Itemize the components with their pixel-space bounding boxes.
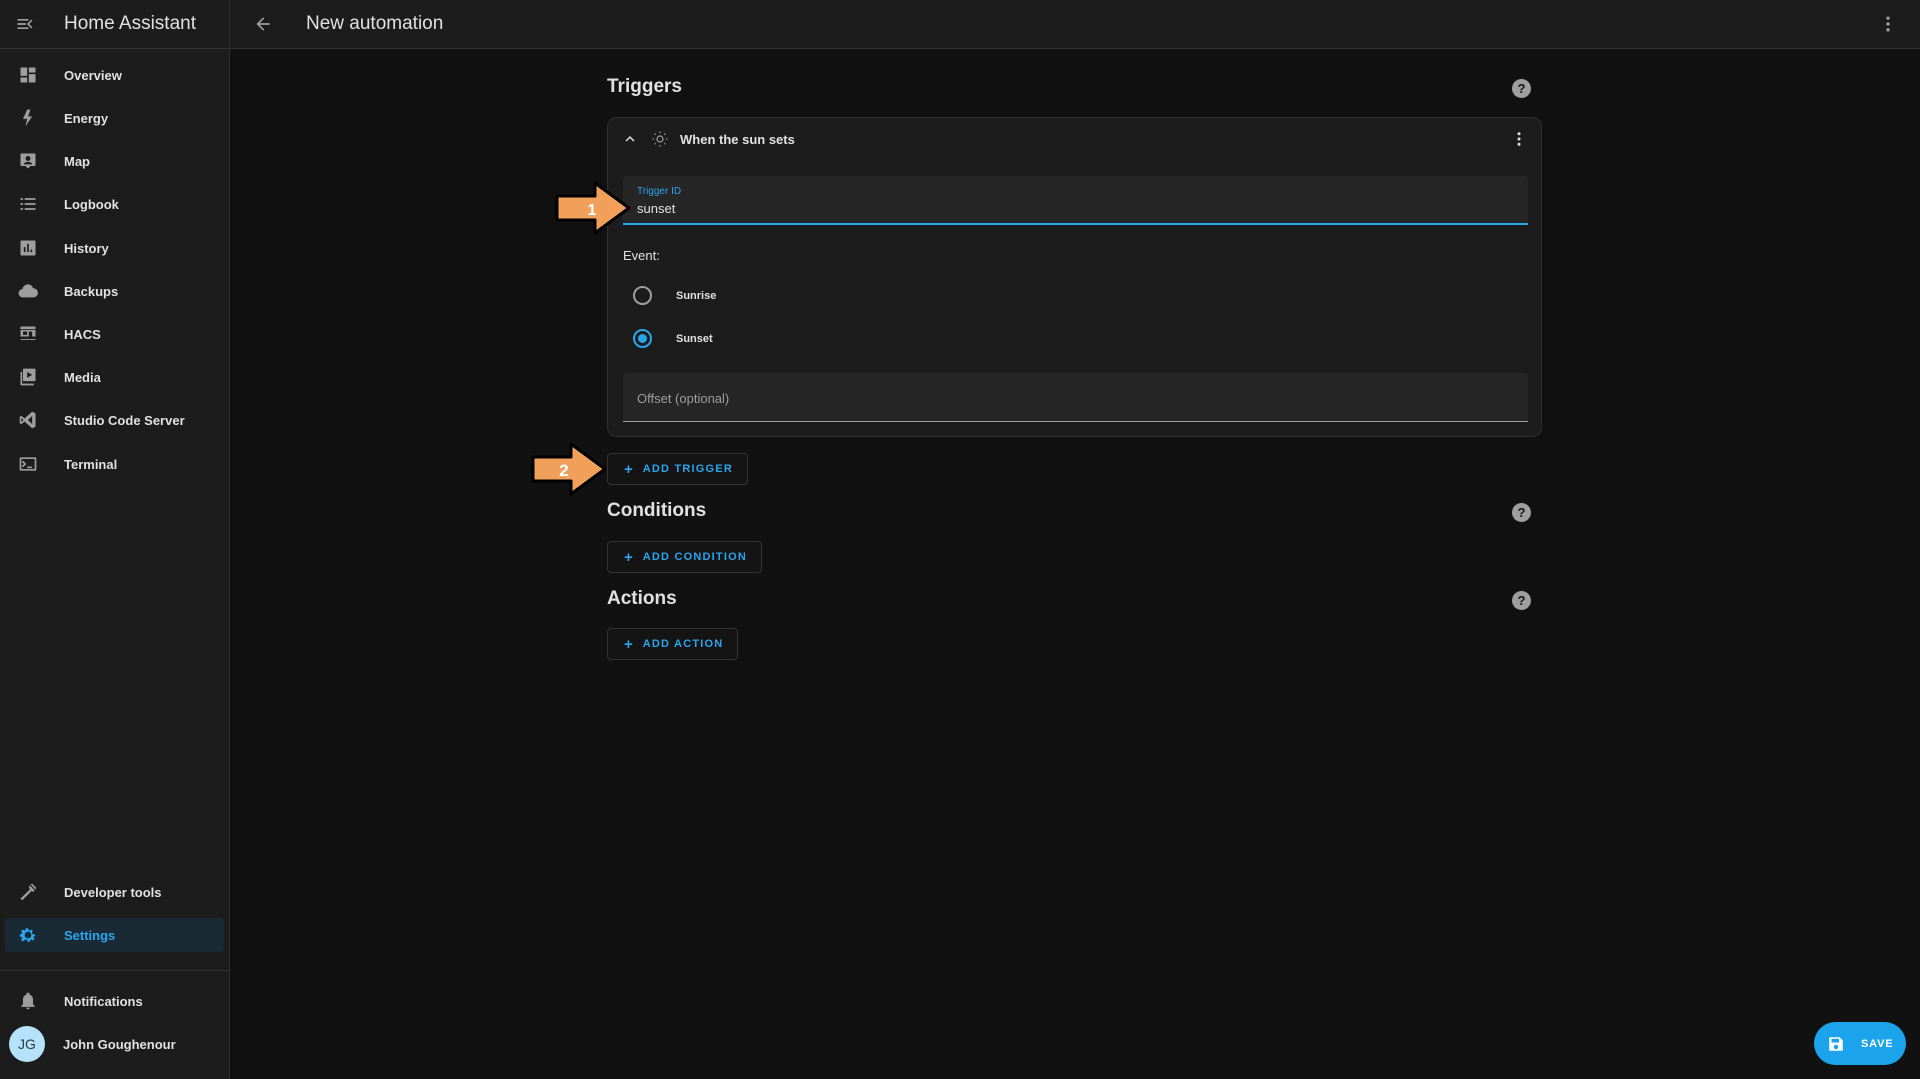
- sidebar-item-label: Studio Code Server: [64, 412, 185, 428]
- chart-box-icon: [8, 238, 48, 258]
- sidebar-item-label: Terminal: [64, 456, 118, 472]
- sidebar-item-label: Notifications: [64, 993, 143, 1009]
- chevron-up-icon: [625, 136, 635, 142]
- radio-button[interactable]: [633, 329, 652, 348]
- sidebar-item-developer-tools[interactable]: Developer tools: [5, 875, 224, 909]
- add-trigger-button[interactable]: + ADD TRIGGER: [607, 453, 748, 485]
- hacs-store-icon: [8, 324, 48, 344]
- collapse-button[interactable]: [618, 127, 642, 151]
- sidebar-item-label: Map: [64, 153, 90, 169]
- user-name: John Goughenour: [63, 1036, 176, 1052]
- lightning-icon: [8, 108, 48, 128]
- sidebar-item-label: Logbook: [64, 196, 119, 212]
- radio-label: Sunset: [676, 332, 713, 345]
- sidebar-item-overview[interactable]: Overview: [5, 58, 224, 92]
- sidebar: Home Assistant Overview Energy Map Logbo…: [0, 0, 230, 1079]
- arrow-left-icon: [256, 17, 270, 31]
- event-label: Event:: [623, 248, 660, 263]
- avatar-wrap: JG: [7, 1026, 47, 1062]
- sidebar-item-backups[interactable]: Backups: [5, 274, 224, 308]
- dots-vertical-icon: [1517, 132, 1521, 146]
- page-title: New automation: [306, 13, 444, 34]
- radio-label: Sunrise: [676, 289, 717, 302]
- sidebar-item-logbook[interactable]: Logbook: [5, 187, 224, 221]
- annotation-arrow-1-label: 1: [588, 202, 597, 219]
- sidebar-item-label: Overview: [64, 67, 122, 83]
- gear-icon: [8, 925, 48, 945]
- radio-sunset[interactable]: Sunset: [633, 329, 713, 348]
- triggers-help-icon[interactable]: ?: [1512, 79, 1531, 98]
- sidebar-item-media[interactable]: Media: [5, 360, 224, 394]
- sidebar-divider: [0, 970, 230, 971]
- overflow-menu-button[interactable]: [1876, 12, 1900, 36]
- sidebar-item-history[interactable]: History: [5, 231, 224, 265]
- sidebar-item-label: Energy: [64, 110, 109, 126]
- trigger-card-header[interactable]: When the sun sets: [608, 118, 1541, 160]
- add-action-button[interactable]: + ADD ACTION: [607, 628, 739, 660]
- plus-icon: +: [624, 635, 633, 653]
- trigger-id-label: Trigger ID: [637, 186, 682, 197]
- annotation-arrow-2-label: 2: [559, 461, 568, 480]
- trigger-card-title: When the sun sets: [680, 131, 795, 147]
- media-play-icon: [8, 367, 48, 387]
- plus-icon: +: [624, 548, 633, 566]
- conditions-title: Conditions: [607, 500, 707, 521]
- sidebar-item-hacs[interactable]: HACS: [5, 317, 224, 351]
- app: Home Assistant Overview Energy Map Logbo…: [0, 0, 1920, 1079]
- annotation-arrow-1: 1: [555, 181, 631, 235]
- radio-button[interactable]: [633, 286, 652, 305]
- terminal-icon: [8, 454, 48, 474]
- annotation-arrow-2: 2: [531, 442, 607, 496]
- trigger-card: When the sun sets Trigger ID Event: Sunr…: [607, 117, 1542, 437]
- sidebar-item-label: HACS: [64, 326, 101, 342]
- triggers-title: Triggers: [607, 76, 682, 97]
- sidebar-item-energy[interactable]: Energy: [5, 101, 224, 135]
- list-icon: [8, 194, 48, 214]
- cloud-icon: [8, 280, 48, 302]
- actions-help-icon[interactable]: ?: [1512, 591, 1531, 610]
- sidebar-item-profile[interactable]: JG John Goughenour: [5, 1026, 224, 1062]
- sidebar-item-settings[interactable]: Settings: [5, 918, 224, 952]
- trigger-menu-button[interactable]: [1507, 127, 1531, 151]
- add-condition-button[interactable]: + ADD CONDITION: [607, 541, 762, 573]
- add-trigger-label: ADD TRIGGER: [642, 463, 733, 475]
- save-label: SAVE: [1861, 1037, 1894, 1050]
- back-button[interactable]: [243, 4, 283, 44]
- add-condition-label: ADD CONDITION: [642, 551, 747, 563]
- sidebar-item-terminal[interactable]: Terminal: [5, 447, 224, 481]
- radio-sunrise[interactable]: Sunrise: [633, 286, 716, 305]
- plus-icon: +: [624, 460, 633, 478]
- sidebar-item-notifications[interactable]: Notifications: [5, 984, 224, 1018]
- dots-vertical-icon: [1886, 16, 1890, 32]
- dashboard-icon: [8, 65, 48, 85]
- vscode-icon: [8, 410, 48, 430]
- sidebar-item-map[interactable]: Map: [5, 144, 224, 178]
- hammer-icon: [8, 882, 48, 902]
- sidebar-item-label: Backups: [64, 283, 119, 299]
- top-bar: New automation: [230, 0, 1920, 49]
- sidebar-item-label: Settings: [64, 927, 116, 943]
- map-person-icon: [8, 151, 48, 171]
- sun-set-icon: [648, 127, 672, 151]
- bell-icon: [8, 991, 48, 1011]
- menu-collapse-icon: [17, 19, 33, 29]
- trigger-id-input[interactable]: [637, 198, 1507, 218]
- avatar: JG: [9, 1026, 45, 1062]
- sidebar-item-label: Developer tools: [64, 884, 162, 900]
- trigger-id-field: Trigger ID: [623, 176, 1528, 225]
- app-title: Home Assistant: [64, 13, 196, 34]
- sidebar-item-studio-code-server[interactable]: Studio Code Server: [5, 403, 224, 437]
- sidebar-header: Home Assistant: [0, 0, 229, 49]
- floppy-disk-icon: [1827, 1035, 1845, 1053]
- save-button[interactable]: SAVE: [1814, 1022, 1906, 1065]
- offset-input[interactable]: [637, 388, 1507, 408]
- add-action-label: ADD ACTION: [642, 638, 724, 650]
- sidebar-item-label: History: [64, 240, 109, 256]
- offset-field: [623, 373, 1528, 422]
- actions-title: Actions: [607, 588, 677, 609]
- sidebar-toggle-button[interactable]: [0, 0, 50, 49]
- sidebar-item-label: Media: [64, 369, 101, 385]
- conditions-help-icon[interactable]: ?: [1512, 503, 1531, 522]
